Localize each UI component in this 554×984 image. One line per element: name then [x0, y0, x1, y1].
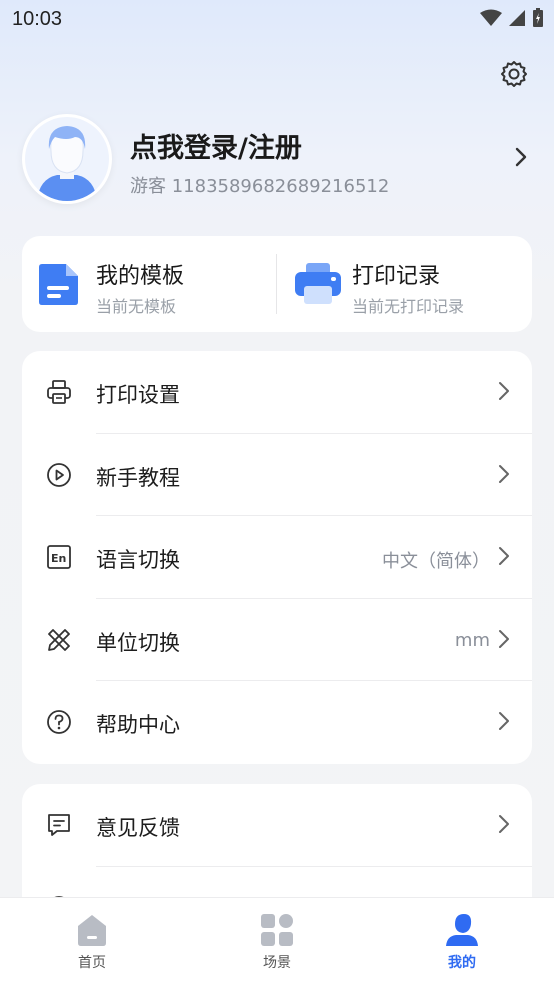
- bottom-tab-bar: 首页 场景 我的: [0, 897, 554, 984]
- login-title[interactable]: 点我登录/注册: [130, 126, 302, 165]
- chevron-right-icon: [499, 712, 509, 731]
- printer-outline-icon: [47, 380, 71, 404]
- menu-label: 帮助中心: [96, 713, 180, 738]
- status-bar: 10:03: [0, 0, 554, 40]
- user-icon: [446, 914, 478, 946]
- tab-mine[interactable]: 我的: [370, 898, 554, 984]
- wifi-icon: [480, 9, 502, 26]
- menu-item-print-settings[interactable]: 打印设置: [22, 351, 532, 434]
- document-icon: [39, 264, 78, 305]
- gear-icon: [501, 61, 527, 87]
- menu-label: 单位切换: [96, 630, 180, 655]
- battery-icon: [533, 8, 543, 27]
- feedback-icon: [48, 814, 70, 836]
- unit-value: mm: [454, 629, 490, 651]
- menu-item-language[interactable]: En 语言切换 中文（简体）: [22, 516, 532, 599]
- chevron-right-icon: [499, 382, 509, 400]
- my-templates-button[interactable]: 我的模板 当前无模板: [22, 236, 272, 332]
- my-templates-title: 我的模板: [96, 264, 185, 289]
- help-circle-icon: [47, 710, 71, 735]
- tab-scenes[interactable]: 场景: [185, 898, 369, 984]
- chevron-right-icon: [499, 629, 509, 648]
- profile-login-area[interactable]: 点我登录/注册 游客 1183589682689216512: [22, 114, 532, 204]
- printer-icon: [295, 263, 341, 304]
- menu-label: 意见反馈: [96, 816, 180, 840]
- tab-label: 我的: [448, 955, 476, 971]
- my-templates-subtitle: 当前无模板: [96, 297, 177, 316]
- tab-label: 首页: [78, 955, 106, 971]
- play-circle-icon: [47, 462, 71, 487]
- divider: [276, 254, 277, 314]
- grid-icon: [261, 914, 293, 946]
- chevron-right-icon: [499, 547, 509, 566]
- chevron-right-icon: [499, 815, 509, 833]
- chevron-right-icon: [515, 147, 527, 167]
- settings-button[interactable]: [496, 56, 532, 92]
- settings-menu-card: 打印设置 新手教程 En 语言切换 中文（简体） 单位切换 mm 帮助中心: [22, 351, 532, 764]
- language-en-icon: En: [47, 545, 71, 570]
- signal-icon: [509, 10, 525, 26]
- tab-home[interactable]: 首页: [0, 898, 184, 984]
- language-value: 中文（简体）: [382, 551, 490, 573]
- print-records-title: 打印记录: [352, 264, 441, 289]
- ruler-pencil-icon: [48, 628, 70, 651]
- print-records-subtitle: 当前无打印记录: [352, 297, 465, 316]
- menu-item-feedback[interactable]: 意见反馈: [22, 784, 532, 867]
- guest-id: 游客 1183589682689216512: [130, 176, 390, 197]
- menu-item-unit[interactable]: 单位切换 mm: [22, 599, 532, 682]
- menu-label: 打印设置: [96, 383, 180, 407]
- svg-text:En: En: [51, 552, 66, 565]
- menu-item-tutorial[interactable]: 新手教程: [22, 434, 532, 517]
- print-records-button[interactable]: 打印记录 当前无打印记录: [278, 236, 528, 332]
- menu-item-help[interactable]: 帮助中心: [22, 681, 532, 764]
- status-time: 10:03: [12, 8, 63, 30]
- tab-label: 场景: [263, 955, 291, 971]
- home-icon: [78, 915, 106, 946]
- avatar[interactable]: [22, 114, 112, 204]
- chevron-right-icon: [499, 464, 509, 483]
- quick-actions-card: 我的模板 当前无模板 打印记录 当前无打印记录: [22, 236, 532, 332]
- menu-label: 新手教程: [96, 465, 180, 490]
- default-avatar-icon: [25, 117, 109, 201]
- menu-label: 语言切换: [96, 548, 180, 573]
